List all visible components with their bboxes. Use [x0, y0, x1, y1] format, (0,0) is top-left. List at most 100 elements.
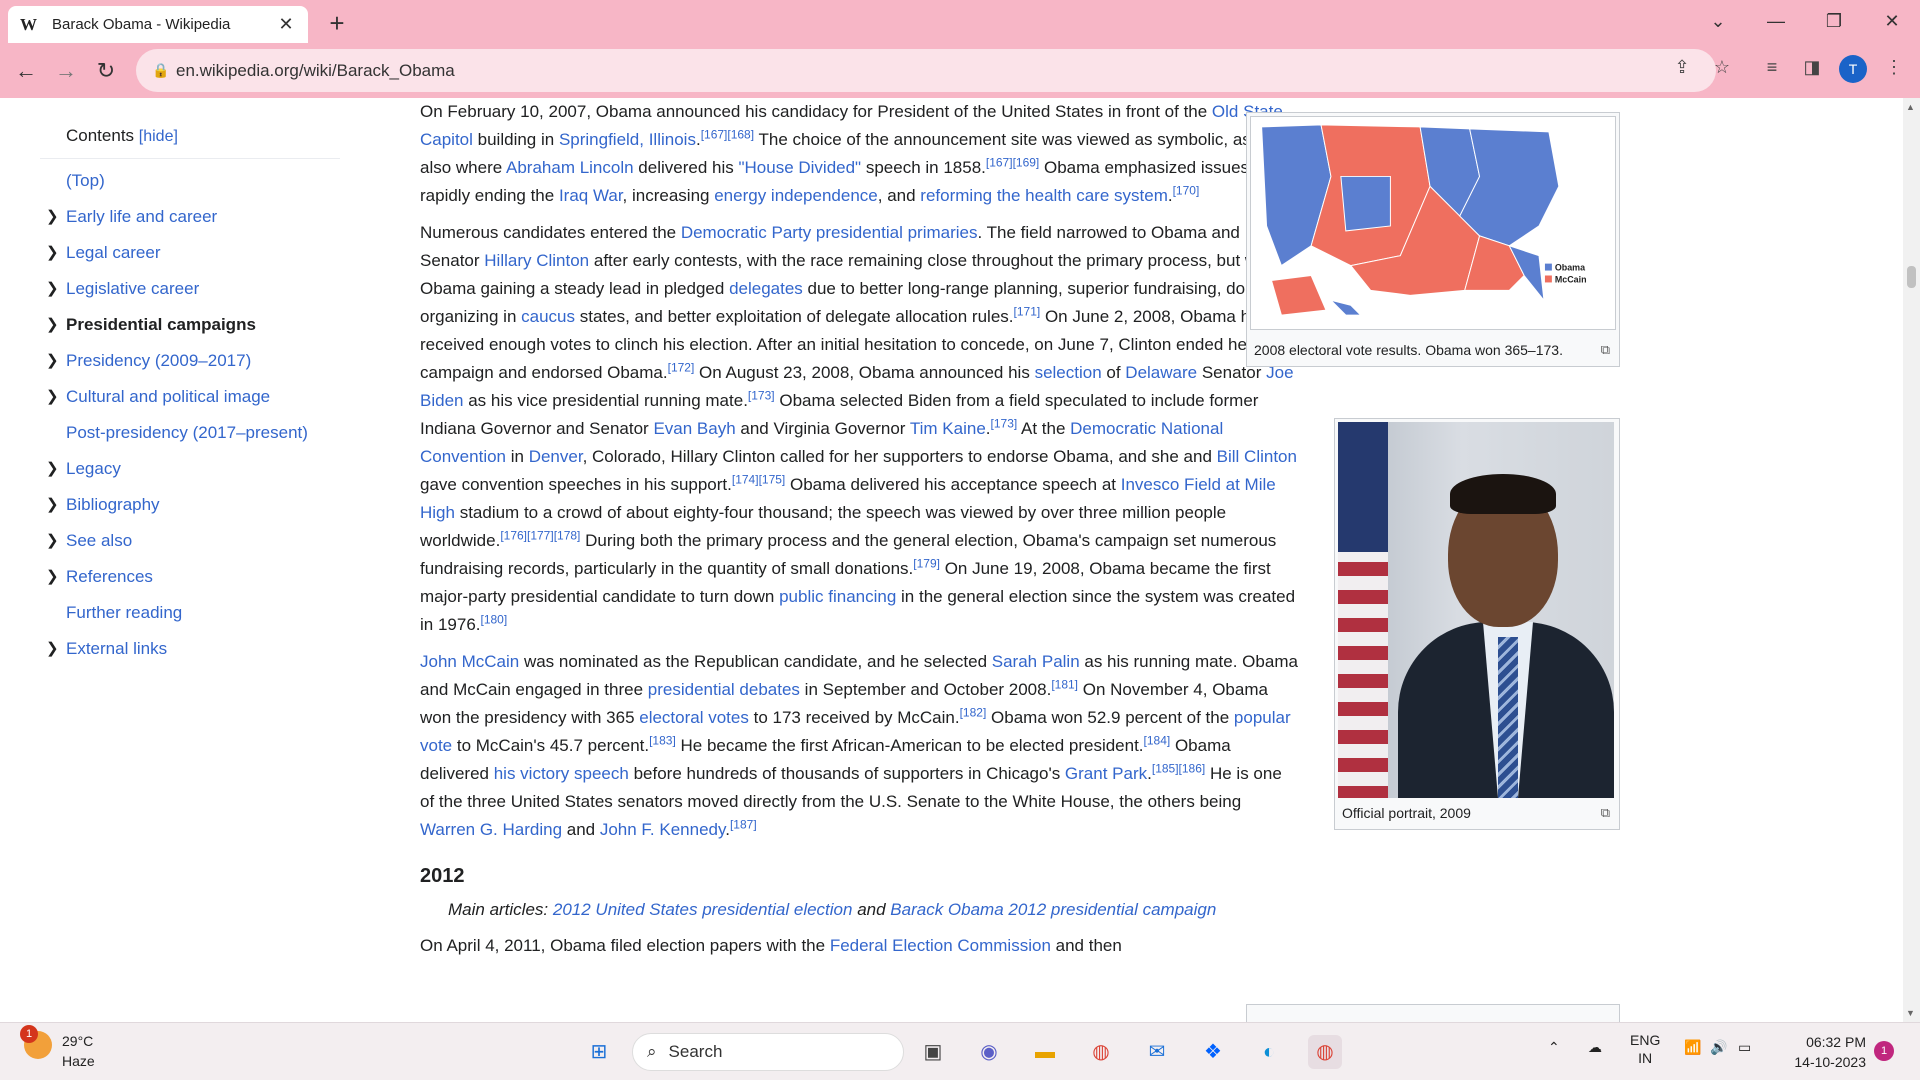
- weather-widget[interactable]: 1 29°C Haze: [20, 1025, 95, 1071]
- scroll-up-arrow-icon[interactable]: ▲: [1906, 102, 1915, 112]
- toc-item-label[interactable]: Presidency (2009–2017): [66, 351, 251, 370]
- article-link[interactable]: selection: [1035, 363, 1102, 382]
- article-link[interactable]: John McCain: [420, 652, 519, 671]
- chevron-right-icon[interactable]: ❯: [46, 271, 60, 307]
- toc-item-label[interactable]: Post-presidency (2017–present): [66, 423, 308, 442]
- citation-link[interactable]: [174][175]: [732, 472, 785, 486]
- restore-button[interactable]: ❐: [1814, 6, 1854, 36]
- article-link[interactable]: delegates: [729, 279, 803, 298]
- side-panel-icon[interactable]: ◨: [1798, 57, 1826, 78]
- article-link[interactable]: Delaware: [1125, 363, 1197, 382]
- citation-link[interactable]: [181]: [1051, 677, 1078, 691]
- article-link[interactable]: Grant Park: [1065, 764, 1147, 783]
- onedrive-cloud-icon[interactable]: ☁: [1588, 1039, 1602, 1056]
- chevron-right-icon[interactable]: ❯: [46, 235, 60, 271]
- citation-link[interactable]: [171]: [1014, 304, 1041, 318]
- toc-item[interactable]: ❯ Legislative career: [40, 271, 360, 307]
- article-link[interactable]: caucus: [521, 307, 575, 326]
- citation-link[interactable]: [187]: [730, 817, 757, 831]
- citation-link[interactable]: [173]: [748, 388, 775, 402]
- battery-icon[interactable]: ▭: [1738, 1039, 1751, 1056]
- toc-item-label[interactable]: See also: [66, 531, 132, 550]
- minimize-button[interactable]: —: [1756, 6, 1796, 36]
- article-link[interactable]: Warren G. Harding: [420, 820, 562, 839]
- article-link[interactable]: Federal Election Commission: [830, 936, 1051, 955]
- portrait-image[interactable]: [1338, 422, 1614, 798]
- new-tab-button[interactable]: +: [322, 8, 352, 39]
- lock-icon[interactable]: 🔒: [152, 62, 176, 79]
- reading-list-icon[interactable]: ≡: [1758, 57, 1786, 78]
- citation-link[interactable]: [183]: [649, 733, 676, 747]
- toc-item-label[interactable]: Legislative career: [66, 279, 199, 298]
- volume-icon[interactable]: 🔊: [1710, 1039, 1727, 1056]
- chevron-right-icon[interactable]: ❯: [46, 343, 60, 379]
- citation-link[interactable]: [167][169]: [986, 155, 1039, 169]
- address-bar[interactable]: 🔒 en.wikipedia.org/wiki/Barack_Obama: [136, 49, 1716, 92]
- toc-item-label[interactable]: Further reading: [66, 603, 182, 622]
- toc-item-label[interactable]: External links: [66, 639, 167, 658]
- article-link[interactable]: Democratic Party presidential primaries: [681, 223, 978, 242]
- chevron-right-icon[interactable]: ❯: [46, 631, 60, 667]
- reload-button[interactable]: ↻: [90, 55, 122, 87]
- article-link[interactable]: his victory speech: [494, 764, 629, 783]
- citation-link[interactable]: [180]: [481, 612, 508, 626]
- toc-hide-link[interactable]: [hide]: [139, 128, 178, 145]
- article-link[interactable]: presidential debates: [648, 680, 800, 699]
- bookmark-star-icon[interactable]: ☆: [1708, 57, 1736, 78]
- citation-link[interactable]: [182]: [960, 705, 987, 719]
- scrollbar-thumb[interactable]: [1907, 266, 1916, 288]
- task-view-icon[interactable]: ▣: [916, 1035, 950, 1069]
- article-link[interactable]: "House Divided": [738, 158, 861, 177]
- chevron-right-icon[interactable]: ❯: [46, 307, 60, 343]
- toc-item[interactable]: ❯ Legal career: [40, 235, 360, 271]
- menu-kebab-icon[interactable]: ⋮: [1880, 57, 1908, 78]
- toc-item-label[interactable]: (Top): [66, 171, 105, 190]
- citation-link[interactable]: [172]: [668, 360, 695, 374]
- taskbar-search[interactable]: ⌕ Search: [632, 1033, 904, 1071]
- edge-icon[interactable]: ◐: [1252, 1035, 1286, 1069]
- toc-item[interactable]: ❯ References: [40, 559, 360, 595]
- toc-item[interactable]: ❯ Presidential campaigns: [40, 307, 360, 343]
- back-button[interactable]: ←: [10, 55, 42, 87]
- chevron-right-icon[interactable]: ❯: [46, 379, 60, 415]
- toc-item-label[interactable]: Legacy: [66, 459, 121, 478]
- chrome-icon[interactable]: ◍: [1084, 1035, 1118, 1069]
- teams-chat-icon[interactable]: ◉: [972, 1035, 1006, 1069]
- close-tab-icon[interactable]: ✕: [276, 14, 296, 35]
- article-link[interactable]: John F. Kennedy: [600, 820, 725, 839]
- hatnote-link[interactable]: 2012 United States presidential election: [553, 900, 853, 919]
- article-link[interactable]: energy independence: [714, 186, 878, 205]
- citation-link[interactable]: [185][186]: [1152, 761, 1205, 775]
- chevron-right-icon[interactable]: ❯: [46, 451, 60, 487]
- citation-link[interactable]: [173]: [991, 416, 1018, 430]
- chevron-right-icon[interactable]: ❯: [46, 487, 60, 523]
- enlarge-icon[interactable]: ⧉: [1601, 339, 1610, 361]
- toc-item[interactable]: ❯ External links: [40, 631, 360, 667]
- article-link[interactable]: Evan Bayh: [653, 419, 735, 438]
- file-explorer-icon[interactable]: ▬: [1028, 1035, 1062, 1069]
- tray-overflow-chevron-up-icon[interactable]: ⌃: [1548, 1039, 1560, 1056]
- hatnote-link[interactable]: Barack Obama 2012 presidential campaign: [890, 900, 1216, 919]
- toc-item[interactable]: ❯ Early life and career: [40, 199, 360, 235]
- tab-search-chevron-down-icon[interactable]: ⌄: [1698, 6, 1738, 36]
- notification-badge[interactable]: 1: [1874, 1041, 1894, 1061]
- article-link[interactable]: Springfield, Illinois: [559, 130, 696, 149]
- chrome-active-icon[interactable]: ◍: [1308, 1035, 1342, 1069]
- article-link[interactable]: Bill Clinton: [1217, 447, 1297, 466]
- toc-item[interactable]: ❯ Legacy: [40, 451, 360, 487]
- electoral-map-image[interactable]: Obama McCain: [1250, 116, 1616, 330]
- dropbox-icon[interactable]: ❖: [1196, 1035, 1230, 1069]
- toc-item[interactable]: ❯ See also: [40, 523, 360, 559]
- windows-start-icon[interactable]: ⊞: [582, 1035, 616, 1069]
- chevron-right-icon[interactable]: ❯: [46, 523, 60, 559]
- url-text[interactable]: en.wikipedia.org/wiki/Barack_Obama: [176, 61, 455, 81]
- taskbar-clock[interactable]: 06:32 PM 14-10-2023: [1776, 1032, 1866, 1072]
- share-icon[interactable]: ⇪: [1668, 57, 1696, 78]
- toc-item[interactable]: ❯ Cultural and political image: [40, 379, 360, 415]
- article-link[interactable]: Sarah Palin: [992, 652, 1080, 671]
- toc-item-label[interactable]: References: [66, 567, 153, 586]
- close-window-button[interactable]: ✕: [1872, 6, 1912, 36]
- toc-item-label[interactable]: Legal career: [66, 243, 161, 262]
- toc-item[interactable]: ❯ Presidency (2009–2017): [40, 343, 360, 379]
- toc-item-label[interactable]: Cultural and political image: [66, 387, 270, 406]
